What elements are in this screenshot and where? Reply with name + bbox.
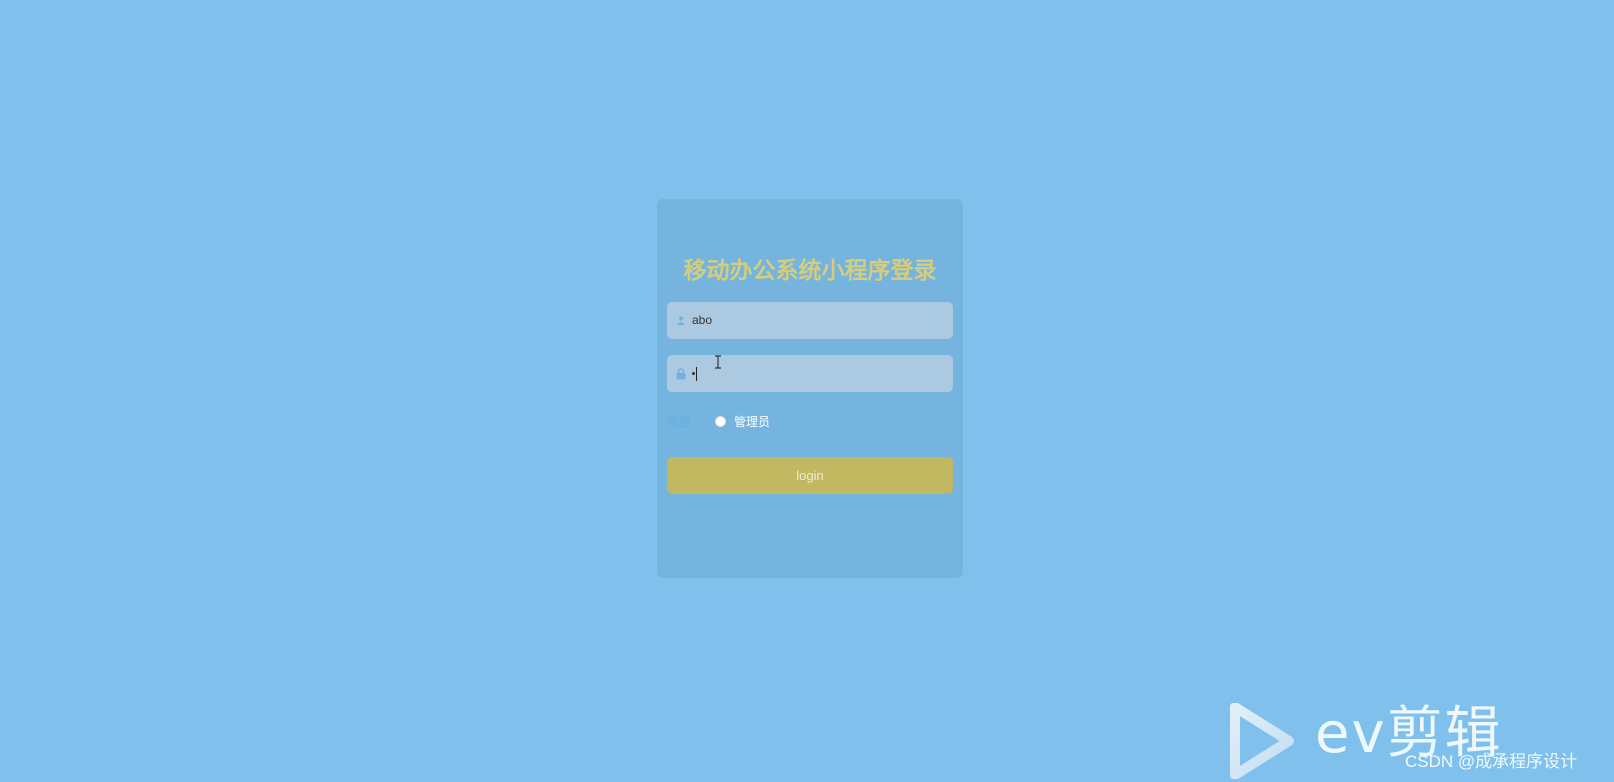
watermark-credit: CSDN @成承程序设计 [1405, 752, 1578, 771]
role-row: 角色 管理员 [667, 414, 953, 430]
username-value[interactable]: abo [692, 302, 712, 339]
role-radio-admin[interactable] [715, 416, 726, 427]
text-caret [696, 366, 697, 381]
login-title: 移动办公系统小程序登录 [683, 258, 937, 284]
login-button[interactable]: login [667, 457, 953, 494]
password-field[interactable] [667, 355, 953, 392]
lock-icon [675, 355, 687, 392]
username-field[interactable]: abo [667, 302, 953, 339]
role-option-admin-label[interactable]: 管理员 [734, 414, 770, 430]
login-card: 移动办公系统小程序登录 abo 角色 管理员 login [657, 199, 963, 578]
text-cursor-icon [715, 355, 721, 369]
password-value[interactable] [692, 355, 697, 392]
password-mask-dot [692, 372, 695, 376]
user-icon [675, 302, 687, 339]
role-label: 角色 [667, 415, 692, 429]
play-triangle-icon [1230, 703, 1294, 779]
